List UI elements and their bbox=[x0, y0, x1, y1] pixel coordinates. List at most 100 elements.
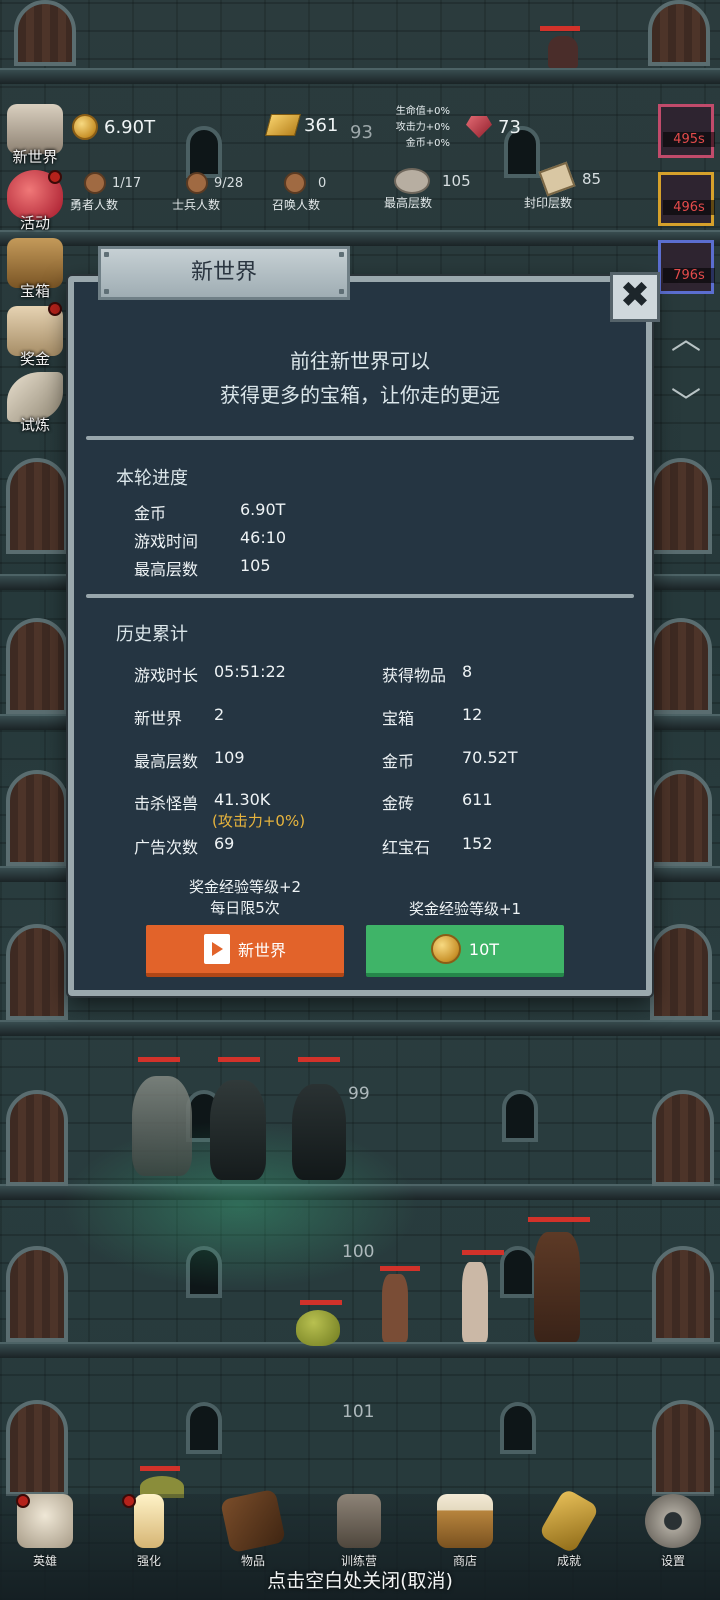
dungeon-door bbox=[6, 924, 68, 1020]
key-icon bbox=[538, 1487, 600, 1555]
close-hint[interactable]: 点击空白处关闭(取消) bbox=[0, 1566, 720, 1593]
gold-bar-value: 361 bbox=[304, 114, 339, 136]
nav-settings[interactable]: 设置 bbox=[628, 1494, 718, 1569]
floor-ledge bbox=[0, 230, 720, 246]
coin-button-label: 10T bbox=[468, 939, 500, 959]
side-label-new-world: 新世界 bbox=[12, 148, 58, 166]
boss-card[interactable]: 495s bbox=[658, 104, 715, 158]
history-rubies-label: 红宝石 bbox=[382, 838, 431, 857]
hp-bonus: 生命值+0% bbox=[395, 106, 450, 117]
history-kills-value: 41.30K bbox=[214, 790, 271, 809]
max-floor-value: 105 bbox=[442, 172, 471, 190]
sealed-floor-label: 封印层数 bbox=[524, 196, 573, 210]
side-button-chest[interactable]: 宝箱 bbox=[0, 238, 70, 301]
dungeon-door bbox=[650, 924, 712, 1020]
soldier-count: 9/28 bbox=[186, 172, 243, 194]
new-world-coin-button[interactable]: 10T bbox=[366, 925, 564, 977]
beer-mug-icon bbox=[437, 1494, 493, 1548]
gold-bar-icon bbox=[265, 114, 301, 136]
current-section-title: 本轮进度 bbox=[116, 468, 188, 489]
history-items-value: 8 bbox=[462, 662, 473, 681]
dungeon-door bbox=[6, 1246, 68, 1342]
gold-bar-extra: 93 bbox=[350, 122, 373, 143]
nav-achievements[interactable]: 成就 bbox=[524, 1487, 614, 1569]
close-icon: ✖ bbox=[619, 275, 651, 316]
nav-items[interactable]: 物品 bbox=[208, 1488, 298, 1569]
notification-dot bbox=[48, 170, 62, 184]
summon-count-value: 0 bbox=[318, 175, 327, 191]
sealed-floor-value: 85 bbox=[582, 170, 602, 188]
hero-count-label: 勇者人数 bbox=[70, 198, 119, 212]
hero-count-value: 1/17 bbox=[112, 175, 142, 191]
history-section-title: 历史累计 bbox=[116, 624, 188, 645]
enemy-health-bar bbox=[462, 1250, 504, 1255]
new-world-ad-button[interactable]: 新世界 bbox=[146, 925, 344, 977]
zombie-monster bbox=[382, 1274, 408, 1342]
reaper-ghost bbox=[210, 1080, 266, 1180]
sealed-floor-stat: 85 bbox=[538, 161, 602, 197]
boss-card[interactable]: 796s bbox=[658, 240, 715, 294]
enemy-health-bar bbox=[298, 1057, 340, 1062]
candle-icon bbox=[134, 1494, 164, 1548]
floor-number-101: 101 bbox=[342, 1402, 375, 1422]
scroll-icon bbox=[538, 161, 576, 197]
side-label-trial: 试炼 bbox=[19, 416, 50, 434]
side-button-event[interactable]: 活动 bbox=[0, 170, 70, 233]
side-button-new-world[interactable]: 新世界 bbox=[0, 104, 70, 167]
ad-button-note: 奖金经验等级+2 每日限5次 bbox=[146, 876, 344, 918]
history-max-floor-label: 最高层数 bbox=[134, 752, 199, 771]
hero-icon bbox=[84, 172, 106, 194]
skeleton-monster bbox=[462, 1262, 488, 1342]
ad-note-line-2: 每日限5次 bbox=[210, 899, 280, 917]
dungeon-door bbox=[652, 1090, 714, 1186]
current-gold-value: 6.90T bbox=[240, 500, 286, 519]
soldier-count-value: 9/28 bbox=[214, 175, 244, 191]
scroll-up-arrow-icon[interactable]: ︿ bbox=[656, 316, 716, 364]
side-label-chest: 宝箱 bbox=[19, 282, 50, 300]
boss-health-bar bbox=[528, 1217, 590, 1222]
history-items-label: 获得物品 bbox=[382, 666, 447, 685]
ad-button-label: 新世界 bbox=[237, 941, 286, 960]
ruby-counter: 73 bbox=[466, 116, 521, 138]
history-gold-bars-value: 611 bbox=[462, 790, 493, 809]
side-button-reward[interactable]: 奖金 bbox=[0, 302, 70, 369]
dungeon-door bbox=[6, 458, 68, 554]
nav-upgrade[interactable]: 强化 bbox=[104, 1494, 194, 1569]
boss-timer: 796s bbox=[663, 268, 715, 283]
side-button-trial[interactable]: 试炼 bbox=[0, 372, 70, 435]
floor-number-100: 100 bbox=[342, 1242, 375, 1262]
dungeon-door bbox=[648, 0, 710, 66]
nav-training[interactable]: 训练营 bbox=[314, 1494, 404, 1569]
nav-shop[interactable]: 商店 bbox=[420, 1494, 510, 1569]
current-playtime-value: 46:10 bbox=[240, 528, 287, 547]
close-button[interactable]: ✖ bbox=[610, 272, 660, 322]
enemy-health-bar bbox=[140, 1466, 180, 1471]
history-new-world-label: 新世界 bbox=[134, 709, 183, 728]
book-icon bbox=[219, 1488, 287, 1554]
dungeon-door bbox=[650, 618, 712, 714]
kill-attack-bonus: (攻击力+0%) bbox=[212, 812, 306, 830]
side-label-reward: 奖金 bbox=[19, 350, 50, 368]
notification-dot bbox=[48, 302, 62, 316]
ruby-value: 73 bbox=[498, 116, 521, 138]
history-chests-label: 宝箱 bbox=[382, 709, 415, 728]
lantern-icon bbox=[337, 1494, 381, 1548]
scroll-down-arrow-icon[interactable]: ﹀ bbox=[656, 380, 716, 428]
max-floor-stat: 105 bbox=[394, 168, 471, 194]
stone-icon bbox=[394, 168, 430, 194]
gold-counter: 6.90T bbox=[72, 114, 155, 140]
boss-card[interactable]: 496s bbox=[658, 172, 715, 226]
history-ads-value: 69 bbox=[214, 834, 235, 853]
rivet bbox=[339, 289, 344, 294]
history-gold-value: 70.52T bbox=[462, 748, 518, 767]
gold-coin-icon bbox=[430, 934, 461, 964]
current-gold-label: 金币 bbox=[134, 504, 167, 523]
gold-coin-icon bbox=[72, 114, 98, 140]
gold-value: 6.90T bbox=[104, 116, 156, 138]
soldier-count-label: 士兵人数 bbox=[172, 198, 221, 212]
history-playtime-value: 05:51:22 bbox=[214, 662, 286, 681]
floor-ledge bbox=[0, 1020, 720, 1036]
section-divider bbox=[86, 594, 634, 598]
nav-heroes[interactable]: 英雄 bbox=[0, 1494, 90, 1569]
rivet bbox=[104, 252, 109, 257]
